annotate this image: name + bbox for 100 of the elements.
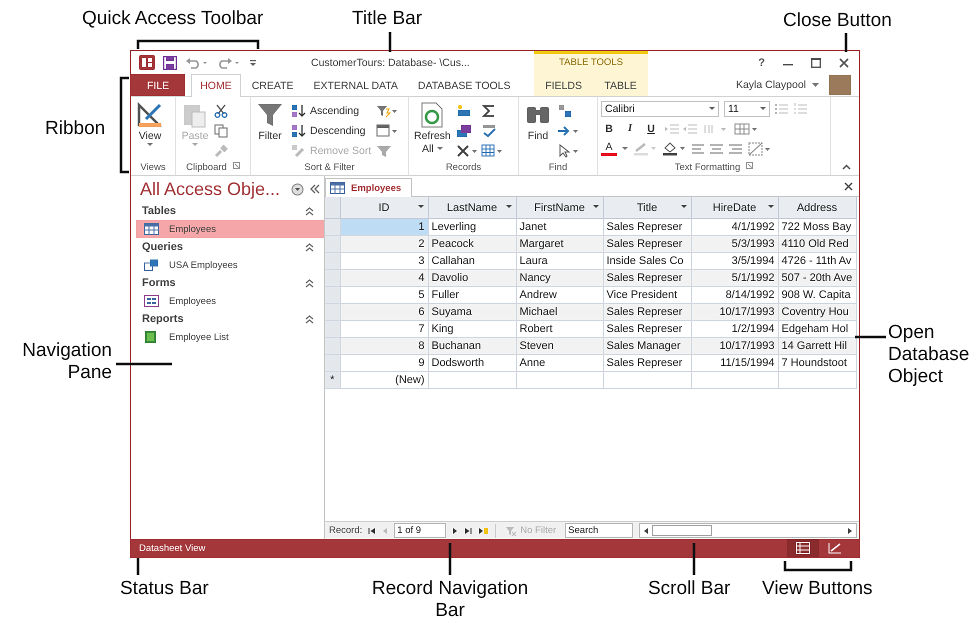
double-chevron-icon[interactable] — [310, 184, 320, 194]
descending-button[interactable]: Descending — [289, 122, 374, 139]
column-header[interactable]: FirstName — [516, 197, 603, 218]
checkmark-icon[interactable] — [480, 124, 497, 138]
funnel-icon[interactable] — [376, 104, 398, 118]
save-icon[interactable] — [456, 124, 472, 138]
font-dropdown[interactable]: Calibri — [601, 100, 719, 116]
grid-icon[interactable] — [480, 144, 503, 158]
filter-button[interactable]: Filter — [254, 100, 286, 162]
caret-icon[interactable] — [812, 82, 819, 88]
form-filter-icon[interactable] — [376, 124, 398, 138]
new-record-icon[interactable] — [456, 104, 472, 118]
customize-icon[interactable] — [249, 58, 257, 66]
column-header[interactable]: Title — [603, 197, 691, 218]
search-field[interactable]: Search — [565, 523, 634, 538]
double-chevron-icon[interactable] — [305, 314, 314, 324]
leader-line — [692, 543, 696, 575]
sigma-icon[interactable] — [480, 104, 497, 118]
scroll-right-icon[interactable] — [846, 526, 854, 534]
caret-icon[interactable] — [418, 205, 424, 209]
user-name[interactable]: Kayla Claypool — [736, 79, 806, 91]
scroll-left-icon[interactable] — [642, 526, 650, 534]
dropdown-circle-icon[interactable] — [291, 182, 304, 196]
view-button[interactable]: View — [134, 100, 166, 162]
next-record-icon[interactable] — [452, 526, 458, 534]
group-label: Find — [548, 162, 568, 175]
double-chevron-icon[interactable] — [305, 206, 314, 216]
gridlines-icon[interactable] — [734, 122, 760, 134]
nav-group-header[interactable]: Tables — [142, 205, 176, 217]
datasheet-icon — [796, 542, 810, 554]
save-icon[interactable] — [163, 56, 177, 70]
first-record-icon[interactable] — [368, 526, 376, 534]
record-number-field[interactable]: 1 of 9 — [394, 523, 446, 538]
nav-item[interactable]: USA Employees — [136, 256, 324, 274]
nav-pane-title[interactable]: All Access Obje... — [140, 178, 280, 200]
double-chevron-icon[interactable] — [305, 278, 314, 288]
ascending-button[interactable]: Ascending — [289, 102, 374, 119]
column-header[interactable]: HireDate — [691, 197, 778, 218]
caret-icon[interactable] — [592, 205, 598, 209]
nav-item[interactable]: Employee List — [136, 328, 324, 346]
font-size-dropdown[interactable]: 11 — [724, 100, 770, 116]
font-color-button[interactable]: A — [601, 141, 617, 156]
callout-label: View Buttons — [762, 578, 873, 600]
nav-group-header[interactable]: Forms — [142, 277, 176, 289]
column-header[interactable]: ID — [340, 197, 428, 218]
datasheet-view-button[interactable] — [787, 539, 819, 557]
callout-label: Navigation Pane — [21, 340, 112, 384]
help-button[interactable]: ? — [758, 56, 765, 68]
table-cell: 8 — [340, 338, 428, 354]
document-tab[interactable]: Employees — [325, 178, 412, 197]
undo-icon[interactable] — [185, 56, 209, 68]
close-icon[interactable] — [839, 58, 849, 68]
ribbon-tab[interactable]: CREATE — [242, 74, 302, 96]
nav-item[interactable]: Employees — [136, 292, 324, 310]
caret-icon[interactable] — [506, 205, 512, 209]
arrow-icon[interactable] — [557, 124, 579, 138]
italic-button[interactable]: I — [622, 123, 638, 134]
table-cell: Michael — [516, 304, 603, 320]
caret-icon[interactable] — [768, 205, 774, 209]
scissors-icon[interactable] — [214, 104, 228, 118]
window-title: CustomerTours: Database- \Cus... — [311, 56, 470, 68]
caret-icon[interactable] — [622, 146, 628, 150]
ribbon-tab[interactable]: TABLE — [595, 74, 646, 96]
bold-button[interactable]: B — [601, 122, 617, 134]
copy-icon[interactable] — [214, 124, 228, 138]
caret-icon[interactable] — [680, 205, 686, 209]
new-record-icon[interactable] — [478, 526, 490, 534]
app-logo-icon[interactable] — [139, 55, 155, 70]
collapse-ribbon-icon[interactable] — [842, 164, 851, 170]
delete-icon[interactable] — [456, 144, 478, 158]
cell-shading-icon[interactable] — [748, 142, 772, 156]
column-header[interactable]: LastName — [428, 197, 516, 218]
nav-group-header[interactable]: Queries — [142, 241, 183, 253]
group-label: Sort & Filter — [303, 162, 356, 175]
dialog-launcher-icon[interactable] — [746, 162, 754, 169]
group-label: Records — [444, 162, 482, 175]
ribbon-tab[interactable]: DATABASE TOOLS — [408, 74, 520, 96]
double-chevron-icon[interactable] — [305, 242, 314, 252]
table-cell: Coventry Hou — [778, 304, 856, 320]
column-header[interactable]: Address — [778, 197, 856, 218]
cursor-icon[interactable] — [557, 144, 579, 158]
close-icon[interactable] — [844, 182, 853, 191]
table-cell: 1 — [340, 218, 428, 236]
ribbon-tab[interactable]: FILE — [131, 74, 186, 96]
last-record-icon[interactable] — [464, 526, 472, 534]
nav-group-header[interactable]: Reports — [142, 313, 184, 325]
ribbon-tab[interactable]: EXTERNAL DATA — [304, 74, 407, 96]
ribbon-tab[interactable]: HOME — [191, 74, 241, 97]
horizontal-scrollbar[interactable] — [639, 523, 857, 538]
scroll-thumb[interactable] — [652, 525, 712, 536]
dialog-launcher-icon[interactable] — [232, 162, 240, 169]
redo-icon[interactable] — [217, 56, 241, 68]
maximize-icon[interactable] — [811, 58, 821, 68]
nav-item[interactable]: Employees — [136, 220, 324, 238]
ribbon-tab[interactable]: FIELDS — [536, 74, 591, 96]
find-button[interactable]: Find — [522, 100, 554, 162]
fill-bucket-icon[interactable] — [662, 142, 686, 156]
align-icon[interactable] — [691, 142, 743, 154]
refresh-all-button[interactable]: Refresh All — [412, 100, 453, 162]
underline-button[interactable]: U — [643, 122, 659, 134]
